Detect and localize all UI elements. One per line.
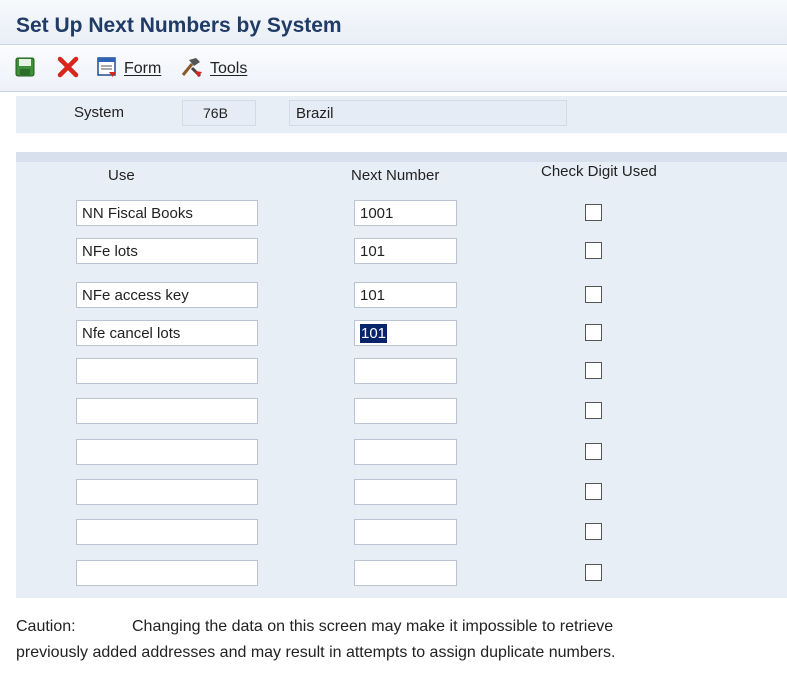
check-digit-checkbox[interactable] <box>585 204 602 221</box>
use-field[interactable] <box>76 200 258 226</box>
next-number-field[interactable] <box>354 200 457 226</box>
system-code-value: 76B <box>203 105 228 121</box>
system-description-value: Brazil <box>296 105 334 122</box>
next-number-field[interactable] <box>354 519 457 545</box>
tools-menu-label: Tools <box>210 60 248 77</box>
next-number-field[interactable] <box>354 560 457 586</box>
system-header-panel: System 76B Brazil <box>16 96 787 133</box>
tools-menu[interactable]: Tools <box>180 57 247 81</box>
use-field[interactable] <box>76 282 258 308</box>
selected-text: 101 <box>360 324 388 343</box>
check-digit-checkbox[interactable] <box>585 483 602 500</box>
check-digit-checkbox[interactable] <box>585 443 602 460</box>
system-description-field: Brazil <box>289 100 567 126</box>
column-header-use: Use <box>108 167 135 184</box>
grid-header-band <box>16 152 787 162</box>
use-field[interactable] <box>76 560 258 586</box>
close-x-icon <box>56 55 80 83</box>
column-header-check-digit: Check Digit Used <box>541 163 657 180</box>
tools-icon <box>180 56 204 82</box>
form-menu[interactable]: Form <box>96 57 161 81</box>
next-number-field[interactable] <box>354 358 457 384</box>
column-header-next-number: Next Number <box>351 167 440 184</box>
cancel-button[interactable] <box>56 55 80 83</box>
save-icon <box>14 56 36 82</box>
system-code-field: 76B <box>182 100 256 126</box>
next-number-field[interactable] <box>354 479 457 505</box>
check-digit-checkbox[interactable] <box>585 324 602 341</box>
form-menu-label: Form <box>124 60 162 77</box>
check-digit-checkbox[interactable] <box>585 402 602 419</box>
use-field[interactable] <box>76 238 258 264</box>
form-icon <box>96 56 118 82</box>
next-number-field[interactable] <box>354 238 457 264</box>
use-field[interactable] <box>76 479 258 505</box>
use-field[interactable] <box>76 519 258 545</box>
use-field[interactable] <box>76 439 258 465</box>
system-label: System <box>74 104 125 121</box>
save-button[interactable] <box>14 57 36 81</box>
use-field[interactable] <box>76 358 258 384</box>
next-number-field[interactable] <box>354 398 457 424</box>
caution-note: Caution: Changing the data on this screen… <box>16 614 776 666</box>
use-field[interactable] <box>76 398 258 424</box>
check-digit-checkbox[interactable] <box>585 362 602 379</box>
caution-label: Caution: <box>16 618 76 635</box>
use-field[interactable] <box>76 320 258 346</box>
caution-line-2: previously added addresses and may resul… <box>16 644 616 661</box>
check-digit-checkbox[interactable] <box>585 242 602 259</box>
next-number-field[interactable] <box>354 439 457 465</box>
page-title: Set Up Next Numbers by System <box>16 14 342 37</box>
next-number-field[interactable] <box>354 282 457 308</box>
check-digit-checkbox[interactable] <box>585 286 602 303</box>
title-bar: Set Up Next Numbers by System <box>0 0 787 44</box>
check-digit-checkbox[interactable] <box>585 564 602 581</box>
caution-line-1: Changing the data on this screen may mak… <box>132 618 614 635</box>
check-digit-checkbox[interactable] <box>585 523 602 540</box>
toolbar: Form Tools <box>0 44 787 92</box>
next-numbers-grid: Use Next Number Check Digit Used 101 <box>16 152 787 598</box>
next-number-field-selected[interactable]: 101 <box>354 320 457 346</box>
